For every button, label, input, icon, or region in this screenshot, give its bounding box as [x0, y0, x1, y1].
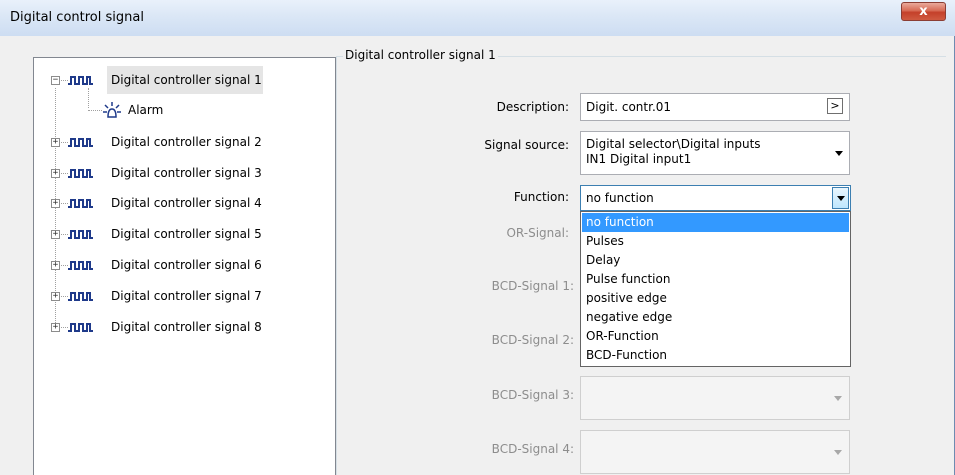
chevron-down-icon: [837, 196, 845, 201]
dialog-window: Digital control signal x − Digital contr…: [0, 0, 955, 475]
close-icon: x: [919, 4, 928, 19]
tree-guide-line: [61, 203, 68, 204]
pulse-signal-icon: [68, 76, 93, 85]
expand-icon[interactable]: +: [51, 292, 60, 301]
signal-tree[interactable]: − Digital controller signal 1 Alarm + Di…: [33, 57, 336, 475]
tree-guide-line: [61, 327, 68, 328]
pulse-signal-icon: [68, 261, 93, 270]
pulse-signal-icon: [68, 169, 93, 178]
window-title: Digital control signal: [10, 10, 144, 25]
function-option[interactable]: Pulse function: [582, 270, 849, 289]
expand-icon[interactable]: +: [51, 199, 60, 208]
description-field[interactable]: Digit. contr.01 >: [580, 93, 850, 121]
tree-item-digital-controller-signal-5[interactable]: + Digital controller signal 5: [34, 223, 334, 245]
tree-item-label: Digital controller signal 1: [111, 73, 262, 87]
description-label: Description:: [496, 100, 569, 114]
function-label: Function:: [513, 190, 569, 204]
bcd-signal-2-label: BCD-Signal 2:: [491, 333, 574, 347]
function-option[interactable]: OR-Function: [582, 327, 849, 346]
signal-source-label: Signal source:: [484, 138, 569, 152]
function-option[interactable]: BCD-Function: [582, 346, 849, 365]
groupbox-title: Digital controller signal 1: [343, 48, 498, 62]
description-value: Digit. contr.01: [586, 100, 672, 114]
tree-guide-line: [61, 142, 68, 143]
expand-icon[interactable]: +: [51, 169, 60, 178]
function-option[interactable]: positive edge: [582, 289, 849, 308]
alarm-beacon-icon: [103, 102, 121, 118]
function-dropdown-button[interactable]: [832, 187, 849, 209]
tree-item-label: Digital controller signal 6: [111, 258, 262, 272]
tree-item-label: Digital controller signal 5: [111, 227, 262, 241]
expand-icon[interactable]: +: [51, 323, 60, 332]
tree-item-label: Digital controller signal 7: [111, 289, 262, 303]
function-option[interactable]: Delay: [582, 251, 849, 270]
tree-guide-line: [61, 80, 68, 81]
chevron-down-icon: [834, 450, 842, 455]
bcd-signal-4-label: BCD-Signal 4:: [491, 442, 574, 456]
function-value: no function: [586, 191, 654, 205]
tree-item-digital-controller-signal-4[interactable]: + Digital controller signal 4: [34, 192, 334, 214]
pulse-signal-icon: [68, 138, 93, 147]
chevron-down-icon[interactable]: [835, 151, 843, 156]
tree-item-digital-controller-signal-1[interactable]: − Digital controller signal 1: [34, 69, 334, 91]
close-button[interactable]: x: [901, 2, 946, 21]
pulse-signal-icon: [68, 230, 93, 239]
or-signal-label: OR-Signal:: [506, 226, 569, 240]
tree-item-digital-controller-signal-2[interactable]: + Digital controller signal 2: [34, 131, 334, 153]
expand-icon[interactable]: +: [51, 138, 60, 147]
expand-icon[interactable]: +: [51, 261, 60, 270]
function-select[interactable]: no function: [580, 185, 851, 211]
expand-icon[interactable]: +: [51, 230, 60, 239]
tree-item-label: Digital controller signal 3: [111, 166, 262, 180]
pulse-signal-icon: [68, 323, 93, 332]
tree-guide-line: [61, 265, 68, 266]
pulse-signal-icon: [68, 292, 93, 301]
bcd-signal-3-select[interactable]: [580, 376, 850, 420]
tree-item-digital-controller-signal-8[interactable]: + Digital controller signal 8: [34, 316, 334, 338]
function-dropdown-list[interactable]: no function Pulses Delay Pulse function …: [580, 211, 851, 367]
signal-source-line-1: Digital selector\Digital inputs: [586, 137, 761, 151]
function-option[interactable]: Pulses: [582, 232, 849, 251]
bcd-signal-3-label: BCD-Signal 3:: [491, 388, 574, 402]
bcd-signal-1-label: BCD-Signal 1:: [491, 279, 574, 293]
tree-item-digital-controller-signal-7[interactable]: + Digital controller signal 7: [34, 285, 334, 307]
tree-item-alarm[interactable]: Alarm: [34, 99, 334, 121]
tree-guide-line: [61, 234, 68, 235]
tree-guide-line: [61, 296, 68, 297]
function-option[interactable]: negative edge: [582, 308, 849, 327]
tree-item-label: Alarm: [128, 103, 164, 117]
browse-button[interactable]: >: [827, 98, 843, 114]
tree-item-digital-controller-signal-6[interactable]: + Digital controller signal 6: [34, 254, 334, 276]
tree-guide-line: [61, 173, 68, 174]
tree-item-label: Digital controller signal 8: [111, 320, 262, 334]
chevron-down-icon: [834, 396, 842, 401]
pulse-signal-icon: [68, 199, 93, 208]
signal-source-line-2: IN1 Digital input1: [586, 152, 692, 166]
title-bar[interactable]: Digital control signal x: [0, 0, 955, 36]
tree-item-label: Digital controller signal 2: [111, 135, 262, 149]
collapse-icon[interactable]: −: [51, 76, 60, 85]
signal-source-select[interactable]: Digital selector\Digital inputs IN1 Digi…: [580, 131, 850, 175]
function-option[interactable]: no function: [582, 213, 849, 232]
tree-item-label: Digital controller signal 4: [111, 196, 262, 210]
tree-guide-line: [88, 110, 102, 111]
tree-item-digital-controller-signal-3[interactable]: + Digital controller signal 3: [34, 162, 334, 184]
bcd-signal-4-select[interactable]: [580, 430, 850, 474]
